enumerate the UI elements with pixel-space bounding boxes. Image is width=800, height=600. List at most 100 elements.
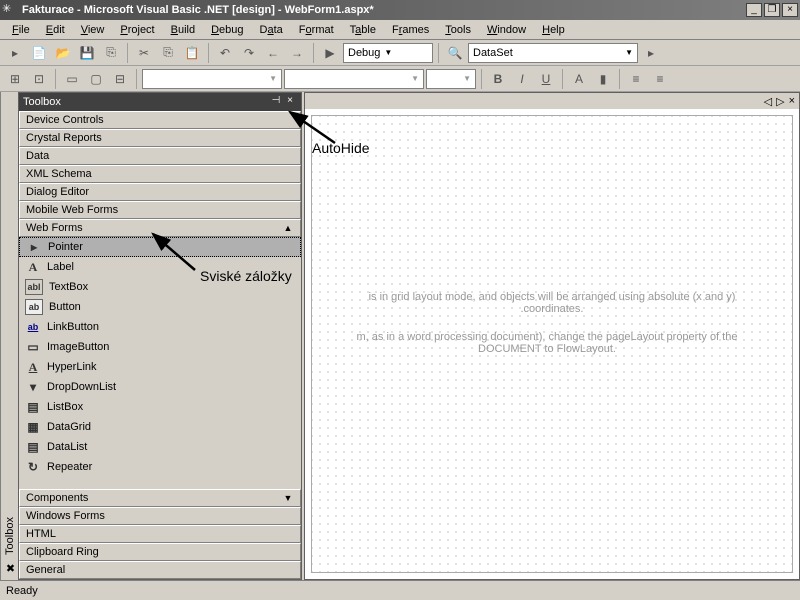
copy-button[interactable]: ⎘ [157, 42, 179, 64]
ungroup-button[interactable]: ▢ [85, 68, 107, 90]
align-left-icon[interactable]: ⊞ [4, 68, 26, 90]
label-icon: A [25, 259, 41, 275]
toolbar-formatting: ⊞ ⊡ ▭ ▢ ⊟ ▼ ▼ ▼ B I U A ▮ ≡ ≡ [0, 66, 800, 92]
button-icon: ab [25, 299, 43, 315]
window-title: Fakturace - Microsoft Visual Basic .NET … [22, 4, 746, 16]
designer-pane: ◁ ▷ × is in grid layout mode, and object… [304, 92, 800, 580]
menu-window[interactable]: Window [479, 22, 534, 38]
designer-close-icon[interactable]: × [789, 95, 795, 107]
new-item-button[interactable]: 📄 [28, 42, 50, 64]
menu-help[interactable]: Help [534, 22, 573, 38]
toolbox-cat-windows-forms[interactable]: Windows Forms [19, 507, 301, 525]
config-combo[interactable]: Debug▼ [343, 43, 433, 63]
find-button[interactable]: 🔍 [444, 42, 466, 64]
forecolor-button[interactable]: A [568, 68, 590, 90]
toolbox-cat-web-forms[interactable]: Web Forms▲ [19, 219, 301, 237]
cut-button[interactable]: ✂ [133, 42, 155, 64]
titlebar: ✳ Fakturace - Microsoft Visual Basic .NE… [0, 0, 800, 20]
group-button[interactable]: ▭ [61, 68, 83, 90]
toolbox-item-button[interactable]: abButton [19, 297, 301, 317]
italic-button[interactable]: I [511, 68, 533, 90]
layout-button[interactable]: ⊟ [109, 68, 131, 90]
design-surface[interactable]: is in grid layout mode, and objects will… [311, 115, 793, 573]
sidetab-toolbox[interactable]: ✖ Toolbox [0, 92, 18, 580]
more-button[interactable]: ▸ [640, 42, 662, 64]
bold-button[interactable]: B [487, 68, 509, 90]
align-l-button[interactable]: ≡ [625, 68, 647, 90]
toolbox-items: ▸Pointer ALabel ablTextBox abButton abLi… [19, 237, 301, 489]
toolbox-cat-device-controls[interactable]: Device Controls [19, 111, 301, 129]
menu-debug[interactable]: Debug [203, 22, 251, 38]
menu-file[interactable]: File [4, 22, 38, 38]
hyperlink-icon: A [25, 359, 41, 375]
layout-hint-2: m, as in a word processing document), ch… [312, 331, 782, 355]
restore-button[interactable]: ❐ [764, 3, 780, 17]
sidetab-label: Toolbox [4, 517, 16, 555]
fontsize-combo[interactable]: ▼ [426, 69, 476, 89]
menu-build[interactable]: Build [163, 22, 203, 38]
toolbox-cat-xml-schema[interactable]: XML Schema [19, 165, 301, 183]
toolbox-item-pointer[interactable]: ▸Pointer [19, 237, 301, 257]
toolbox-item-dropdownlist[interactable]: ▾DropDownList [19, 377, 301, 397]
redo-button[interactable]: ↷ [238, 42, 260, 64]
menu-data[interactable]: Data [252, 22, 291, 38]
target-combo[interactable]: DataSet▼ [468, 43, 638, 63]
save-all-button[interactable]: ⎘ [100, 42, 122, 64]
menu-view[interactable]: View [73, 22, 113, 38]
align-c-button[interactable]: ≡ [649, 68, 671, 90]
paste-button[interactable]: 📋 [181, 42, 203, 64]
toolbox-item-label[interactable]: ALabel [19, 257, 301, 277]
menu-project[interactable]: Project [112, 22, 162, 38]
toolbox-item-datagrid[interactable]: ▦DataGrid [19, 417, 301, 437]
toolbox-cat-components[interactable]: Components▼ [19, 489, 301, 507]
close-button[interactable]: × [782, 3, 798, 17]
new-project-button[interactable]: ▸ [4, 42, 26, 64]
toolbox-cat-data[interactable]: Data [19, 147, 301, 165]
toolbox-item-repeater[interactable]: ↻Repeater [19, 457, 301, 477]
menu-table[interactable]: Table [342, 22, 384, 38]
scroll-up-icon[interactable]: ▲ [282, 223, 294, 233]
toolbox-cat-general[interactable]: General [19, 561, 301, 579]
toolbox-item-imagebutton[interactable]: ▭ImageButton [19, 337, 301, 357]
nav-left-icon[interactable]: ◁ [764, 95, 772, 108]
backcolor-button[interactable]: ▮ [592, 68, 614, 90]
toolbox-close-icon[interactable]: × [283, 95, 297, 109]
autohide-pin-icon[interactable]: ⊣ [269, 95, 283, 109]
layout-hint-1: is in grid layout mode, and objects will… [322, 291, 782, 315]
toolbox-cat-crystal-reports[interactable]: Crystal Reports [19, 129, 301, 147]
listbox-icon: ▤ [25, 399, 41, 415]
textbox-icon: abl [25, 279, 43, 295]
nav-back-button[interactable]: ← [262, 42, 284, 64]
align-grid-icon[interactable]: ⊡ [28, 68, 50, 90]
open-button[interactable]: 📂 [52, 42, 74, 64]
toolbox-titlebar: Toolbox ⊣ × [19, 93, 301, 111]
menu-frames[interactable]: Frames [384, 22, 437, 38]
statusbar: Ready [0, 580, 800, 600]
toolbox-cat-html[interactable]: HTML [19, 525, 301, 543]
undo-button[interactable]: ↶ [214, 42, 236, 64]
save-button[interactable]: 💾 [76, 42, 98, 64]
toolbox-cat-clipboard-ring[interactable]: Clipboard Ring [19, 543, 301, 561]
start-button[interactable]: ▶ [319, 42, 341, 64]
menu-tools[interactable]: Tools [437, 22, 479, 38]
menu-format[interactable]: Format [291, 22, 342, 38]
nav-right-icon[interactable]: ▷ [776, 95, 784, 108]
scroll-down-icon[interactable]: ▼ [282, 493, 294, 503]
toolbox-cat-mobile-web-forms[interactable]: Mobile Web Forms [19, 201, 301, 219]
underline-button[interactable]: U [535, 68, 557, 90]
toolbox-tab-icon: ✖ [3, 562, 17, 576]
menu-edit[interactable]: Edit [38, 22, 73, 38]
designer-header: ◁ ▷ × [305, 93, 799, 109]
nav-fwd-button[interactable]: → [286, 42, 308, 64]
toolbox-item-hyperlink[interactable]: AHyperLink [19, 357, 301, 377]
font-combo[interactable]: ▼ [284, 69, 424, 89]
toolbox-panel: Toolbox ⊣ × Device Controls Crystal Repo… [18, 92, 302, 580]
toolbox-item-textbox[interactable]: ablTextBox [19, 277, 301, 297]
repeater-icon: ↻ [25, 459, 41, 475]
toolbox-cat-dialog-editor[interactable]: Dialog Editor [19, 183, 301, 201]
minimize-button[interactable]: _ [746, 3, 762, 17]
toolbox-item-listbox[interactable]: ▤ListBox [19, 397, 301, 417]
style-combo[interactable]: ▼ [142, 69, 282, 89]
toolbox-item-linkbutton[interactable]: abLinkButton [19, 317, 301, 337]
toolbox-item-datalist[interactable]: ▤DataList [19, 437, 301, 457]
